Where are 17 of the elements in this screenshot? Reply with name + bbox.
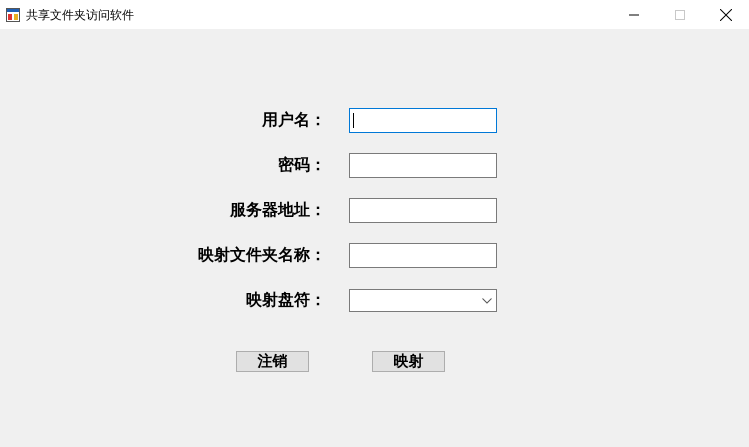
- field-label: 映射盘符：: [246, 290, 326, 310]
- action-button[interactable]: 注销: [236, 351, 309, 372]
- input-field[interactable]: [349, 198, 497, 223]
- chevron-down-icon: [482, 298, 492, 304]
- close-icon: [720, 8, 732, 20]
- field-label: 密码：: [278, 155, 326, 176]
- input-field[interactable]: [349, 243, 497, 268]
- app-icon: [6, 8, 20, 22]
- action-button[interactable]: 映射: [372, 351, 445, 372]
- input-field[interactable]: [349, 153, 497, 178]
- window-title: 共享文件夹访问软件: [26, 6, 134, 24]
- input-field[interactable]: [349, 108, 497, 133]
- field-label: 用户名：: [262, 110, 326, 130]
- field-label: 映射文件夹名称：: [198, 245, 326, 266]
- field-label: 服务器地址：: [230, 200, 326, 220]
- drive-dropdown[interactable]: [349, 289, 497, 312]
- maximize-icon: [675, 10, 685, 20]
